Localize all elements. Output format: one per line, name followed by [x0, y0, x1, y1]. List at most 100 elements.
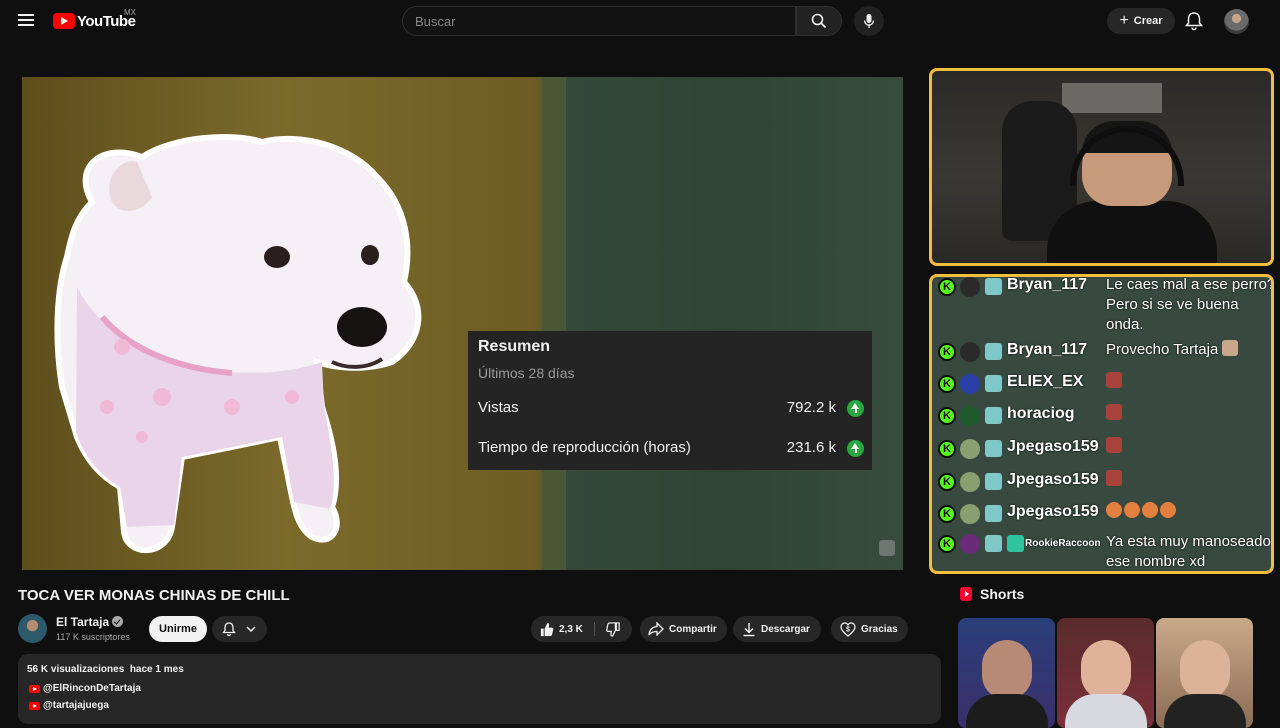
chat-username[interactable]: Jpegaso159	[1007, 438, 1099, 456]
subscription-notification-button[interactable]	[212, 616, 267, 642]
user-avatar[interactable]	[960, 534, 980, 554]
search-button[interactable]	[796, 6, 842, 36]
subscriber-badge-icon	[985, 505, 1002, 522]
background-shelf	[1062, 83, 1162, 113]
chat-username[interactable]: Bryan_117	[1007, 277, 1087, 294]
video-player[interactable]: Resumen Últimos 28 días Vistas 792.2 k T…	[22, 77, 903, 570]
chat-message: K Jpegaso159	[938, 437, 1271, 469]
user-avatar[interactable]	[960, 439, 980, 459]
channel-watermark-icon[interactable]	[879, 540, 895, 556]
video-meta: 56 K visualizaciones hace 1 mes	[27, 664, 184, 675]
link-text: @ElRinconDeTartaja	[43, 683, 141, 694]
description-link[interactable]: @ElRinconDeTartaja	[29, 683, 141, 694]
summary-row-label: Tiempo de reproducción (horas)	[478, 439, 691, 456]
user-avatar[interactable]	[960, 504, 980, 524]
short-thumbnail[interactable]	[1057, 618, 1154, 728]
download-icon	[743, 622, 755, 636]
peach-emote-icon	[1142, 502, 1158, 518]
chat-message: K Bryan_117 Provecho Tartaja	[938, 340, 1271, 372]
streamer-shirt	[1047, 201, 1217, 263]
background-stripe	[542, 77, 566, 570]
short-thumbnail[interactable]	[1156, 618, 1253, 728]
super-thanks-icon: $	[840, 621, 856, 637]
menu-icon[interactable]	[18, 13, 34, 27]
chat-username[interactable]: Jpegaso159	[1007, 503, 1099, 521]
like-dislike-group: 2,3 K	[531, 616, 632, 642]
shorts-icon	[960, 587, 972, 601]
person-body	[1164, 694, 1246, 728]
account-avatar[interactable]	[1224, 9, 1249, 34]
summary-row-views: Vistas 792.2 k	[478, 397, 864, 419]
bell-icon	[222, 622, 236, 637]
summary-title: Resumen	[478, 338, 551, 355]
trend-up-icon	[847, 440, 864, 457]
shorts-title: Shorts	[980, 586, 1025, 602]
user-avatar[interactable]	[960, 342, 980, 362]
search-icon	[811, 13, 827, 29]
peach-emote-icon	[1124, 502, 1140, 518]
share-label: Compartir	[669, 623, 717, 635]
like-button[interactable]: 2,3 K	[531, 616, 594, 642]
subscriber-badge-icon	[985, 375, 1002, 392]
youtube-logo[interactable]: YouTube MX	[53, 8, 136, 30]
notifications-button[interactable]	[1183, 10, 1205, 32]
subscriber-badge-icon	[985, 473, 1002, 490]
join-button[interactable]: Unirme	[149, 616, 207, 642]
download-label: Descargar	[761, 623, 810, 635]
subscriber-badge-icon	[985, 440, 1002, 457]
download-button[interactable]: Descargar	[733, 616, 821, 642]
chat-text: Ya esta muy manoseado ese nombre xd	[1106, 533, 1271, 570]
chat-username[interactable]: RookieRaccoon	[1025, 538, 1101, 549]
stream-chat-overlay: K Bryan_117 Le caes mal a ese perro? Per…	[929, 274, 1274, 574]
person-face	[982, 640, 1032, 700]
chat-message: K horaciog	[938, 404, 1271, 436]
chat-username[interactable]: horaciog	[1007, 405, 1075, 423]
search-bar	[402, 6, 842, 36]
dislike-button[interactable]	[595, 616, 632, 642]
plus-icon: +	[1119, 12, 1129, 29]
emote-icon	[1106, 372, 1122, 388]
link-text: @tartajajuega	[43, 700, 109, 711]
create-button[interactable]: + Crear	[1107, 8, 1175, 34]
gift-badge-icon	[1007, 535, 1024, 552]
subscriber-count: 117 K suscriptores	[56, 632, 130, 642]
kick-icon: K	[938, 375, 956, 393]
peach-emote-icon	[1160, 502, 1176, 518]
emote-icon	[1222, 340, 1239, 356]
search-input[interactable]	[402, 6, 796, 36]
description-box[interactable]: 56 K visualizaciones hace 1 mes @ElRinco…	[18, 654, 941, 724]
user-avatar[interactable]	[960, 472, 980, 492]
top-bar: YouTube MX + Crear	[0, 0, 1280, 42]
summary-row-value: 792.2 k	[786, 399, 836, 416]
thumbs-up-icon	[540, 622, 554, 636]
short-thumbnail[interactable]	[958, 618, 1055, 728]
trend-up-icon	[847, 400, 864, 417]
peach-emote-icon	[1106, 502, 1122, 518]
analytics-summary-card: Resumen Últimos 28 días Vistas 792.2 k T…	[468, 331, 872, 470]
chat-text: Provecho Tartaja	[1106, 340, 1271, 360]
thanks-button[interactable]: $ Gracias	[831, 616, 908, 642]
user-avatar[interactable]	[960, 374, 980, 394]
svg-text:$: $	[846, 626, 850, 633]
channel-avatar[interactable]	[18, 614, 47, 643]
chat-text	[1106, 502, 1271, 522]
subscriber-badge-icon	[985, 407, 1002, 424]
chat-username[interactable]: ELIEX_EX	[1007, 373, 1083, 391]
microphone-icon	[863, 14, 875, 28]
user-avatar[interactable]	[960, 277, 980, 297]
chat-username[interactable]: Jpegaso159	[1007, 471, 1099, 489]
chat-text	[1106, 470, 1271, 490]
chat-message: K ELIEX_EX	[938, 372, 1271, 404]
chevron-down-icon	[246, 626, 256, 633]
summary-row-value: 231.6 k	[786, 439, 836, 456]
description-link[interactable]: @tartajajuega	[29, 700, 109, 711]
kick-icon: K	[938, 473, 956, 491]
chat-username[interactable]: Bryan_117	[1007, 341, 1087, 359]
voice-search-button[interactable]	[854, 6, 884, 36]
share-button[interactable]: Compartir	[640, 616, 727, 642]
country-code: MX	[124, 8, 136, 17]
emote-icon	[1106, 470, 1122, 486]
user-avatar[interactable]	[960, 406, 980, 426]
chat-text	[1106, 404, 1271, 424]
channel-name-link[interactable]: El Tartaja	[56, 615, 124, 629]
